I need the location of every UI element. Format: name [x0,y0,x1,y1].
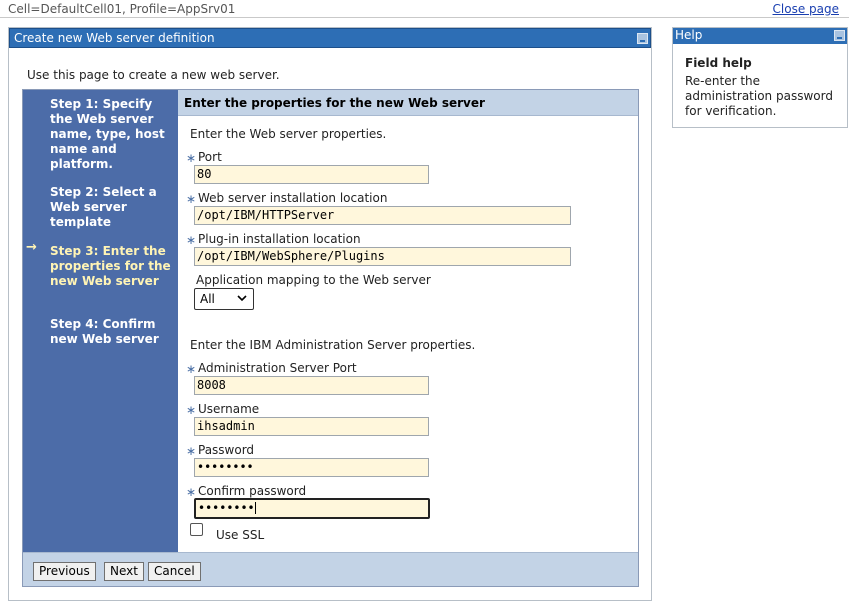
next-button[interactable]: Next [104,562,144,581]
help-title: Help [675,28,703,42]
port-field[interactable]: 80 [194,165,429,184]
username-field[interactable]: ihsadmin [194,417,429,436]
wizard-portlet: Create new Web server definition Use thi… [8,27,652,601]
required-icon: ∗ [186,444,197,458]
plugin-location-label: Plug-in installation location [198,232,361,246]
required-icon: ∗ [186,485,197,499]
cell-profile-info: Cell=DefaultCell01, Profile=AppSrv01 [8,2,236,16]
form-area: Enter the properties for the new Web ser… [178,90,638,552]
step-1: Step 1: Specify the Web server name, typ… [50,97,165,171]
text-cursor [254,502,256,514]
help-panel: Help Field help Re-enter the administrat… [672,27,848,128]
use-ssl-label: Use SSL [216,528,265,542]
close-page-link[interactable]: Close page [773,2,839,16]
minimize-icon[interactable] [637,33,648,44]
username-label: Username [198,402,260,416]
chevron-down-icon [237,292,247,307]
confirm-password-field[interactable]: •••••••• [194,498,430,519]
plugin-location-field[interactable]: /opt/IBM/WebSphere/Plugins [194,247,571,266]
required-icon: ∗ [186,362,197,376]
admin-server-section-label: Enter the IBM Administration Server prop… [190,338,476,352]
current-step-arrow-icon: → [26,240,37,255]
required-icon: ∗ [186,192,197,206]
install-location-label: Web server installation location [198,191,388,205]
step-3-current: Step 3: Enter the properties for the new… [50,244,171,288]
confirm-password-value: •••••••• [198,501,255,515]
page-description: Use this page to create a new web server… [27,68,280,82]
wizard-panel: Step 1: Specify the Web server name, typ… [22,89,639,587]
previous-button[interactable]: Previous [33,562,96,581]
step-4: Step 4: Confirm new Web server [50,317,159,346]
admin-port-label: Administration Server Port [198,361,357,375]
portlet-title: Create new Web server definition [14,31,215,45]
required-icon: ∗ [186,233,197,247]
wizard-steps: Step 1: Specify the Web server name, typ… [23,90,178,552]
port-label: Port [198,150,222,164]
minimize-icon[interactable] [834,30,845,41]
cancel-button[interactable]: Cancel [148,562,201,581]
use-ssl-checkbox[interactable] [190,523,203,536]
button-bar: Previous Next Cancel [23,552,638,586]
field-help-heading: Field help [685,56,752,70]
app-mapping-value: All [200,292,215,306]
install-location-field[interactable]: /opt/IBM/HTTPServer [194,206,571,225]
step-2: Step 2: Select a Web server template [50,185,157,229]
app-mapping-select[interactable]: All [194,288,254,310]
required-icon: ∗ [186,151,197,165]
password-field[interactable]: •••••••• [194,458,429,477]
field-help-text: Re-enter the administration password for… [685,74,833,118]
app-mapping-label: Application mapping to the Web server [196,273,431,287]
admin-port-field[interactable]: 8008 [194,376,429,395]
portlet-title-bar: Create new Web server definition [9,28,651,48]
form-heading: Enter the properties for the new Web ser… [178,90,638,116]
required-icon: ∗ [186,403,197,417]
password-label: Password [198,443,255,457]
top-bar: Cell=DefaultCell01, Profile=AppSrv01 Clo… [0,0,849,18]
confirm-password-label: Confirm password [198,484,307,498]
web-server-section-label: Enter the Web server properties. [190,127,387,141]
help-title-bar: Help [673,28,847,44]
